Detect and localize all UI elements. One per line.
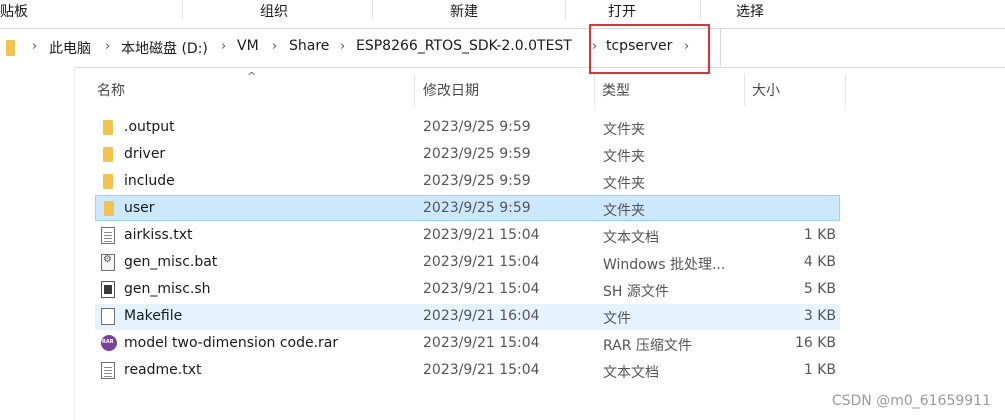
blank-file-icon (101, 308, 115, 325)
column-header-type[interactable]: 类型 (602, 80, 630, 100)
text-file-icon (101, 227, 115, 244)
breadcrumb-share[interactable]: Share (289, 38, 329, 54)
file-modified: 2023/9/21 15:04 (423, 281, 540, 297)
file-row[interactable]: .output 2023/9/25 9:59 文件夹 (95, 115, 840, 141)
file-name: include (124, 173, 175, 189)
file-name: Makefile (124, 308, 183, 324)
address-bar[interactable]: › 此电脑 › 本地磁盘 (D:) › VM › Share › ESP8266… (0, 28, 1005, 68)
breadcrumb-vm[interactable]: VM (237, 38, 259, 54)
file-type: RAR 压缩文件 (603, 338, 692, 354)
column-header-size[interactable]: 大小 (752, 80, 780, 100)
column-divider[interactable] (744, 74, 745, 106)
chevron-right-icon[interactable]: › (340, 39, 345, 54)
file-name: readme.txt (124, 362, 202, 378)
file-type: 文本文档 (603, 230, 659, 246)
annotation-highlight-box (589, 24, 710, 74)
file-modified: 2023/9/21 15:04 (423, 227, 540, 243)
column-header-modified[interactable]: 修改日期 (423, 80, 479, 100)
shell-file-icon (101, 281, 115, 298)
chevron-right-icon[interactable]: › (221, 39, 226, 54)
column-divider[interactable] (414, 74, 415, 106)
file-row[interactable]: model two-dimension code.rar 2023/9/21 1… (95, 331, 840, 357)
file-name: airkiss.txt (124, 227, 193, 243)
folder-icon (103, 147, 113, 162)
file-type: 文件夹 (603, 149, 645, 165)
batch-file-icon (101, 254, 115, 271)
file-modified: 2023/9/25 9:59 (423, 173, 531, 189)
rar-archive-icon (101, 335, 117, 351)
column-divider[interactable] (845, 74, 846, 106)
file-row-selected[interactable]: user 2023/9/25 9:59 文件夹 (95, 195, 840, 221)
file-modified: 2023/9/25 9:59 (423, 119, 531, 135)
file-row[interactable]: airkiss.txt 2023/9/21 15:04 文本文档 1 KB (95, 223, 840, 249)
file-type: 文件夹 (603, 122, 645, 138)
watermark: CSDN @m0_61659911 (831, 393, 991, 409)
file-name: user (124, 200, 155, 216)
folder-icon (103, 120, 113, 135)
breadcrumb-this-pc[interactable]: 此电脑 (49, 38, 91, 58)
folder-icon (103, 174, 113, 189)
file-size: 16 KB (794, 335, 836, 351)
file-modified: 2023/9/21 15:04 (423, 335, 540, 351)
sort-ascending-icon: ^ (247, 70, 257, 83)
file-size: 5 KB (803, 281, 836, 297)
chevron-right-icon[interactable]: › (272, 39, 277, 54)
folder-icon (6, 40, 15, 56)
breadcrumb-sdk-folder[interactable]: ESP8266_RTOS_SDK-2.0.0TEST (356, 38, 572, 54)
file-size: 1 KB (803, 362, 836, 378)
file-row[interactable]: include 2023/9/25 9:59 文件夹 (95, 169, 840, 195)
address-bar-divider (720, 28, 721, 66)
file-name: model two-dimension code.rar (124, 335, 339, 351)
file-row[interactable]: gen_misc.sh 2023/9/21 15:04 SH 源文件 5 KB (95, 277, 840, 303)
ribbon-group-organize: 组织 (260, 4, 288, 20)
text-file-icon (101, 362, 115, 379)
file-modified: 2023/9/25 9:59 (423, 146, 531, 162)
breadcrumb-local-disk[interactable]: 本地磁盘 (D:) (121, 38, 208, 58)
file-name: gen_misc.bat (124, 254, 218, 270)
file-size: 1 KB (803, 227, 836, 243)
column-divider[interactable] (594, 74, 595, 106)
file-type: 文件夹 (603, 176, 645, 192)
ribbon-divider (565, 0, 566, 20)
file-row[interactable]: driver 2023/9/25 9:59 文件夹 (95, 142, 840, 168)
file-modified: 2023/9/25 9:59 (423, 200, 531, 216)
chevron-right-icon[interactable]: › (32, 39, 37, 54)
navigation-pane[interactable] (0, 67, 75, 420)
ribbon-group-labels: 剪贴板 组织 新建 打开 选择 (0, 0, 1005, 22)
file-name: .output (124, 119, 175, 135)
file-size: 4 KB (803, 254, 836, 270)
ribbon-group-clipboard: 剪贴板 (0, 4, 28, 20)
ribbon-group-open: 打开 (608, 4, 636, 20)
file-type: Windows 批处理... (603, 257, 726, 273)
file-modified: 2023/9/21 15:04 (423, 362, 540, 378)
file-row[interactable]: gen_misc.bat 2023/9/21 15:04 Windows 批处理… (95, 250, 840, 276)
ribbon-divider (372, 0, 373, 20)
file-modified: 2023/9/21 15:04 (423, 254, 540, 270)
file-row-hover[interactable]: Makefile 2023/9/21 16:04 文件 3 KB (95, 304, 840, 330)
file-name: driver (124, 146, 166, 162)
ribbon-group-select: 选择 (736, 4, 764, 20)
ribbon-divider (700, 0, 701, 20)
folder-icon (104, 201, 114, 216)
file-size: 3 KB (803, 308, 836, 324)
file-type: 文本文档 (603, 365, 659, 381)
ribbon-divider (182, 0, 183, 20)
file-type: 文件 (603, 311, 631, 327)
chevron-right-icon[interactable]: › (105, 39, 110, 54)
file-type: SH 源文件 (603, 284, 669, 300)
file-modified: 2023/9/21 16:04 (423, 308, 540, 324)
file-row[interactable]: readme.txt 2023/9/21 15:04 文本文档 1 KB (95, 358, 840, 384)
column-header-name[interactable]: 名称 (97, 80, 125, 100)
file-name: gen_misc.sh (124, 281, 211, 297)
file-type: 文件夹 (603, 203, 645, 219)
ribbon-group-new: 新建 (450, 4, 478, 20)
